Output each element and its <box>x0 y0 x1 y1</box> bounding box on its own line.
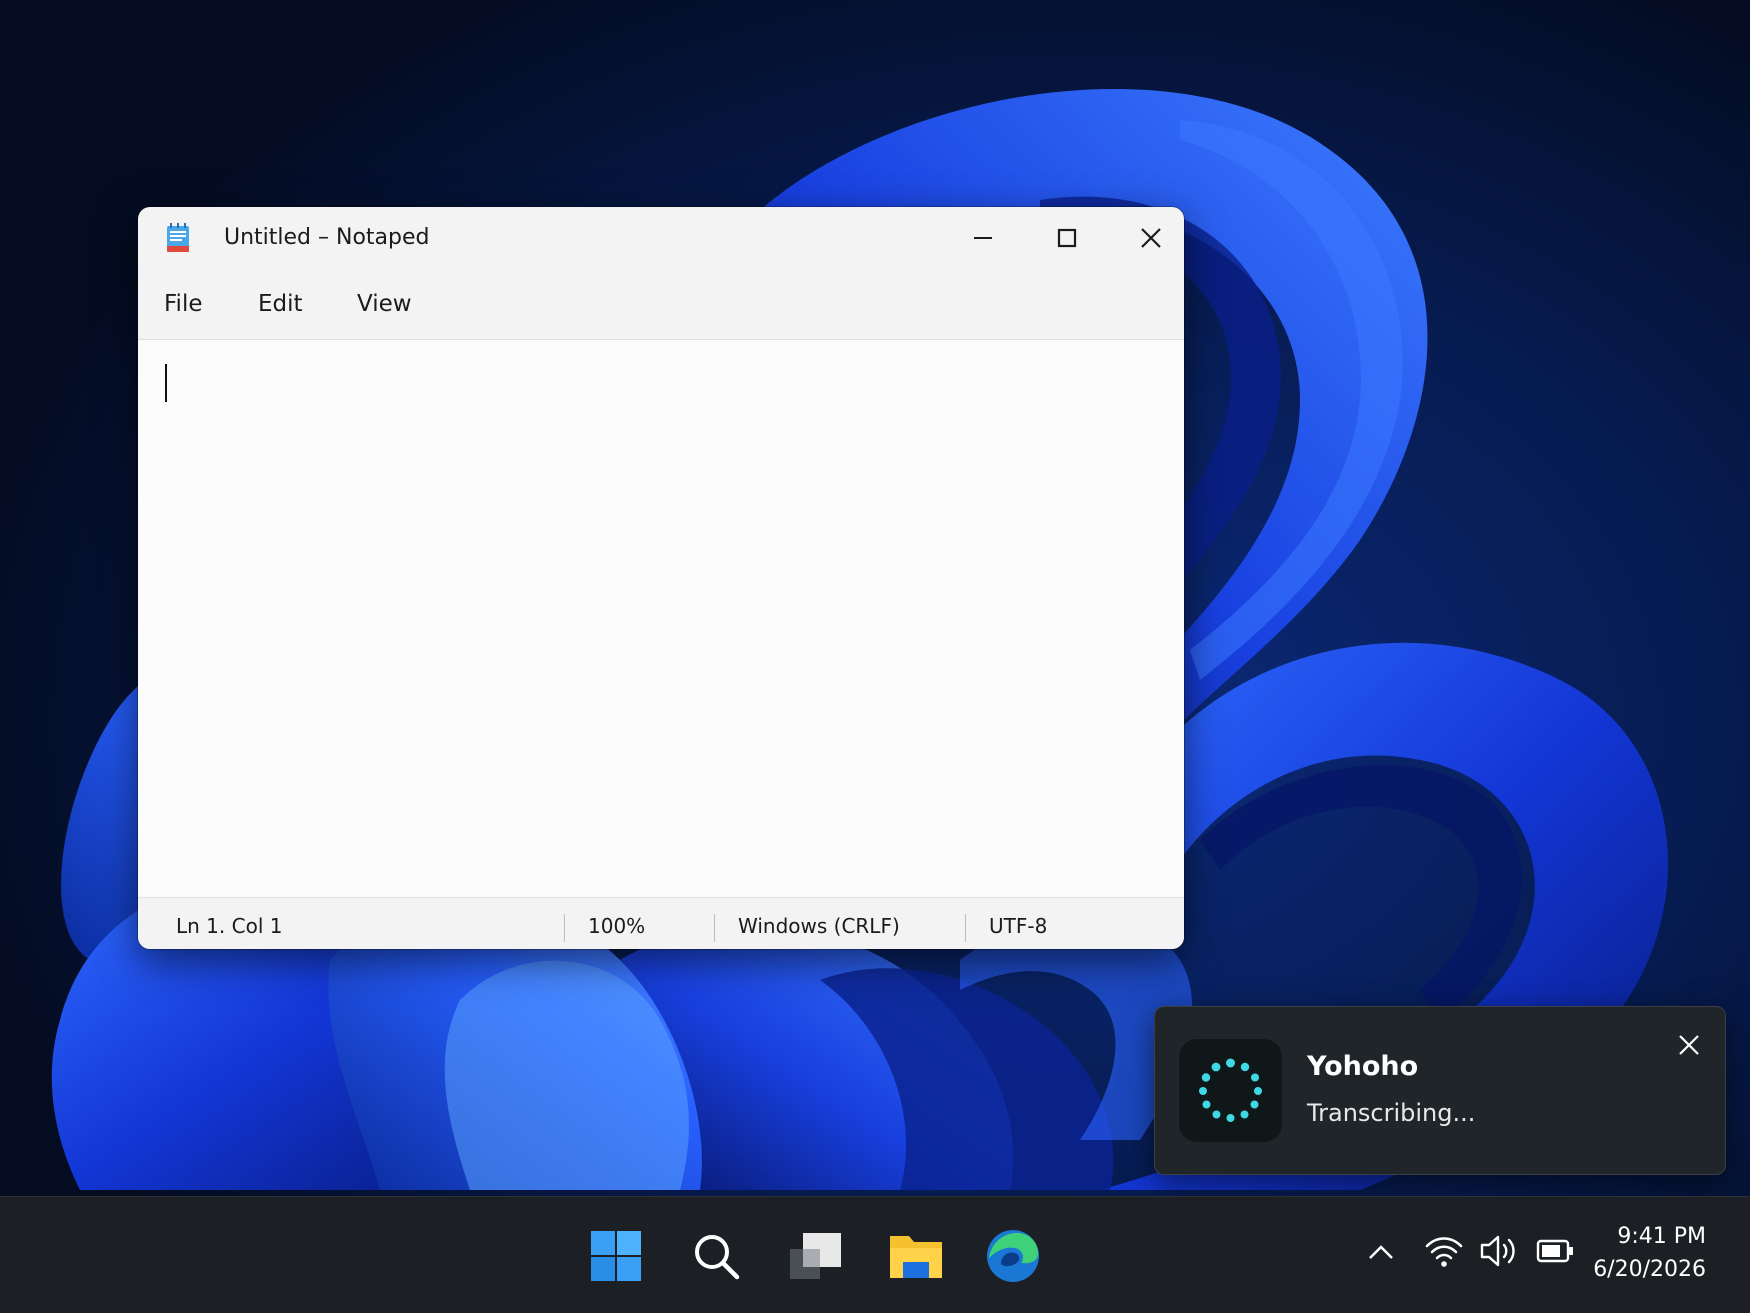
file-explorer-button[interactable] <box>876 1197 956 1313</box>
toast-app-name: Yohoho <box>1307 1051 1419 1082</box>
maximize-button[interactable] <box>1025 207 1109 269</box>
taskbar: 9:41 PM 6/20/2026 <box>0 1196 1750 1313</box>
notification-toast[interactable]: Yohoho Transcribing... <box>1154 1006 1726 1175</box>
start-button[interactable] <box>576 1197 656 1313</box>
close-button[interactable] <box>1109 207 1184 269</box>
close-icon <box>1679 1035 1699 1055</box>
search-button[interactable] <box>676 1197 756 1313</box>
task-view-icon <box>790 1232 841 1279</box>
app-icon-tile <box>1179 1039 1282 1142</box>
status-divider <box>564 914 565 942</box>
menu-edit[interactable]: Edit <box>258 291 303 317</box>
start-icon <box>591 1230 641 1281</box>
battery-icon[interactable] <box>1536 1235 1576 1267</box>
desktop: Untitled – Notaped File Edit View Ln 1. … <box>0 0 1750 1313</box>
volume-icon[interactable] <box>1478 1231 1520 1271</box>
status-divider <box>965 914 966 942</box>
clock-time[interactable]: 9:41 PM <box>1580 1224 1706 1249</box>
status-cursor-position: Ln 1. Col 1 <box>176 914 283 938</box>
chevron-up-icon[interactable] <box>1366 1237 1396 1267</box>
clock-date[interactable]: 6/20/2026 <box>1580 1257 1706 1282</box>
status-encoding[interactable]: UTF-8 <box>989 914 1047 938</box>
title-bar[interactable]: Untitled – Notaped <box>138 207 1184 269</box>
toast-message: Transcribing... <box>1307 1099 1476 1127</box>
window-title: Untitled – Notaped <box>224 225 430 250</box>
toast-close-button[interactable] <box>1671 1027 1707 1063</box>
task-view-button[interactable] <box>776 1197 856 1313</box>
menu-view[interactable]: View <box>357 291 412 317</box>
status-zoom[interactable]: 100% <box>588 914 645 938</box>
loading-spinner-icon <box>1199 1058 1262 1122</box>
status-divider <box>714 914 715 942</box>
status-line-ending[interactable]: Windows (CRLF) <box>738 914 900 938</box>
text-caret <box>165 364 167 402</box>
close-icon <box>1141 228 1161 248</box>
menu-bar: File Edit View <box>138 269 1184 340</box>
edge-icon <box>987 1229 1039 1282</box>
status-bar: Ln 1. Col 1 100% Windows (CRLF) UTF-8 <box>138 897 1184 949</box>
minimize-button[interactable] <box>941 207 1025 269</box>
file-explorer-icon <box>890 1235 942 1278</box>
notepad-window[interactable]: Untitled – Notaped File Edit View Ln 1. … <box>138 207 1184 949</box>
menu-file[interactable]: File <box>164 291 203 317</box>
minimize-icon <box>974 237 992 239</box>
maximize-icon <box>1057 228 1077 248</box>
notepad-icon <box>167 223 189 252</box>
wifi-icon[interactable] <box>1424 1231 1464 1271</box>
edge-browser-button[interactable] <box>973 1197 1053 1313</box>
text-editor-area[interactable] <box>138 340 1184 897</box>
search-icon <box>695 1234 740 1279</box>
